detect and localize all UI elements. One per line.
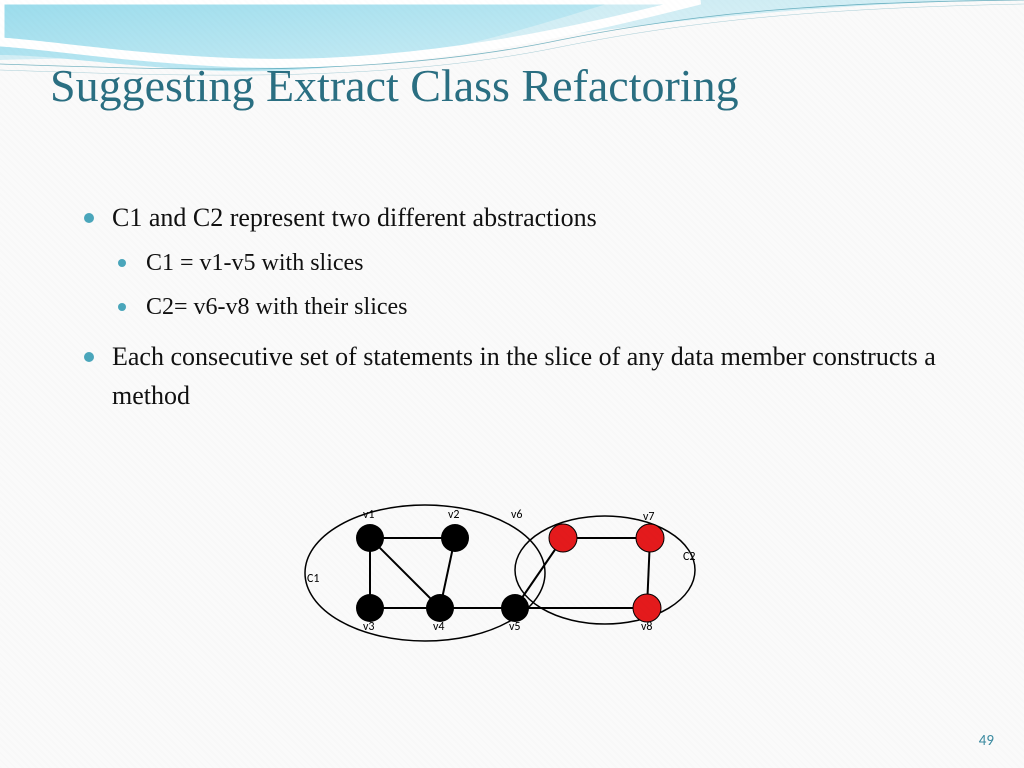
page-number: 49 bbox=[979, 732, 994, 750]
label-v1: v1 bbox=[363, 508, 375, 522]
label-c1: C1 bbox=[307, 572, 319, 586]
label-v6: v6 bbox=[511, 508, 523, 522]
label-v8: v8 bbox=[641, 620, 653, 634]
label-v7: v7 bbox=[643, 510, 655, 524]
cluster-diagram: v1 v2 v6 v7 v3 v4 v5 v8 C1 C2 bbox=[285, 478, 725, 658]
label-v5: v5 bbox=[509, 620, 521, 634]
label-v4: v4 bbox=[433, 620, 445, 634]
bullet-1-text: C1 and C2 represent two different abstra… bbox=[112, 203, 597, 232]
bullet-1a: C1 = v1-v5 with slices bbox=[112, 245, 964, 281]
label-c2: C2 bbox=[683, 550, 695, 564]
label-v2: v2 bbox=[448, 508, 460, 522]
bullet-1b: C2= v6-v8 with their slices bbox=[112, 289, 964, 325]
bullet-2: Each consecutive set of statements in th… bbox=[78, 337, 964, 415]
bullet-1: C1 and C2 represent two different abstra… bbox=[78, 198, 964, 325]
label-v3: v3 bbox=[363, 620, 375, 634]
slide-body: C1 and C2 represent two different abstra… bbox=[78, 198, 964, 427]
slide-title: Suggesting Extract Class Refactoring bbox=[50, 60, 964, 113]
